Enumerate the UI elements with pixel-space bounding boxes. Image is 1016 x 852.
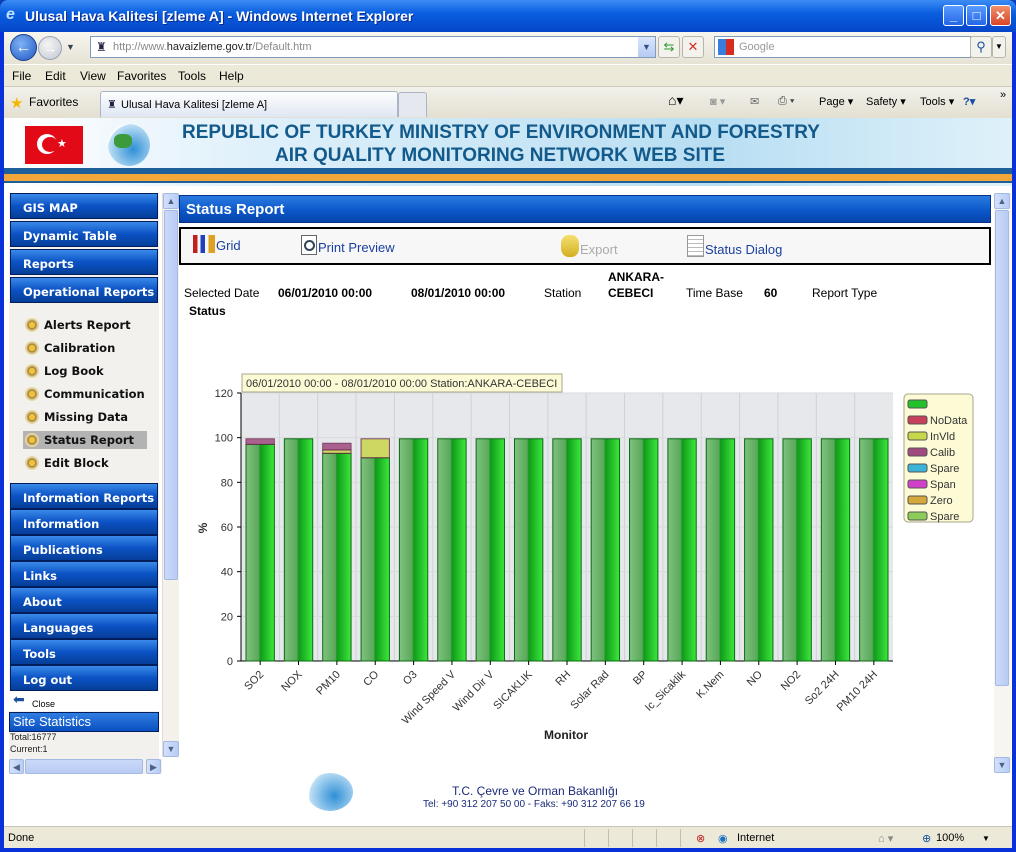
bar-segment-ok <box>322 452 352 662</box>
legend-swatch <box>907 447 928 457</box>
y-tick-label: 100 <box>215 433 233 445</box>
legend-label: Calib <box>930 447 955 459</box>
x-axis-label: Monitor <box>544 728 588 742</box>
legend-label: Zero <box>930 495 953 507</box>
bar-segment-ok <box>667 438 697 662</box>
y-tick-label: 20 <box>221 611 233 623</box>
x-tick-label: CO <box>361 668 381 688</box>
x-tick-label: K.Nem <box>694 669 726 701</box>
x-tick-label: Solar Rad <box>568 669 611 712</box>
bar-segment-ok <box>820 438 851 662</box>
y-tick-label: 0 <box>227 656 233 668</box>
legend-label: Span <box>930 479 956 491</box>
bar-segment-ok <box>705 438 736 662</box>
x-tick-label: Wind Dir V <box>451 668 497 714</box>
legend-swatch <box>907 431 928 441</box>
bar-segment-invld <box>322 449 352 454</box>
bar-segment-ok <box>283 438 314 662</box>
bar-segment-ok <box>744 438 774 662</box>
legend-swatch <box>907 479 928 489</box>
status-bar: Done ⊗ ◉ Internet ⌂ ▾ ⊕ 100% ▼ <box>4 826 1012 848</box>
bar-segment-ok <box>590 438 621 662</box>
zoom-level[interactable]: 100% <box>936 832 964 844</box>
internet-zone-icon: ◉ <box>718 833 728 845</box>
x-tick-label: PM10 24H <box>835 669 880 714</box>
y-tick-label: 60 <box>221 522 233 534</box>
x-tick-label: BP <box>631 669 650 688</box>
y-tick-label: 40 <box>221 567 233 579</box>
y-axis-label: % <box>196 522 210 533</box>
y-tick-label: 80 <box>221 477 233 489</box>
zoom-dropdown[interactable]: ▼ <box>982 834 990 843</box>
x-tick-label: NO2 <box>779 669 803 693</box>
legend-label: Spare <box>930 463 959 475</box>
bar-segment-ok <box>552 438 582 662</box>
legend-swatch <box>907 511 928 521</box>
legend-label: NoData <box>930 415 968 427</box>
protected-mode-icon[interactable]: ⌂ ▾ <box>878 832 893 845</box>
x-tick-label: NO <box>745 668 765 688</box>
legend-swatch <box>907 463 928 473</box>
legend-swatch <box>907 495 928 505</box>
bar-segment-ok <box>629 438 659 662</box>
popup-blocked-icon[interactable]: ⊗ <box>696 832 705 845</box>
legend-label: InVld <box>930 431 955 443</box>
x-tick-label: RH <box>553 669 573 689</box>
legend-swatch <box>907 415 928 425</box>
bar-segment-calib <box>322 442 352 451</box>
legend-swatch <box>907 399 928 409</box>
y-tick-label: 120 <box>215 388 233 400</box>
zoom-icon[interactable]: ⊕ <box>922 832 931 845</box>
bar-segment-ok <box>475 438 505 662</box>
legend-label: Spare <box>930 511 959 523</box>
bar-segment-ok <box>245 443 275 662</box>
bar-segment-ok <box>513 438 544 662</box>
bar-segment-ok <box>782 438 812 662</box>
x-tick-label: Ic_Sicaklik <box>643 668 689 714</box>
bar-segment-invld <box>360 438 390 459</box>
x-tick-label: O3 <box>401 669 420 688</box>
status-text: Done <box>8 832 35 844</box>
chart-title: 06/01/2010 00:00 - 08/01/2010 00:00 Stat… <box>246 378 557 390</box>
bar-segment-calib <box>245 438 275 445</box>
x-tick-label: SICAKLIK <box>491 668 535 712</box>
x-tick-label: NOX <box>279 668 305 694</box>
status-chart: 020406080100120SO2 NOX PM10 CO O3Wind Speed … <box>196 373 974 742</box>
security-zone: Internet <box>737 832 775 844</box>
bar-segment-ok <box>360 457 390 662</box>
bar-segment-ok <box>859 438 889 662</box>
browser-window: e Ulusal Hava Kalitesi [zleme A] - Windo… <box>0 0 1016 852</box>
bar-segment-ok <box>437 438 467 662</box>
x-tick-label: PM10 <box>314 669 343 698</box>
bar-segment-ok <box>398 438 429 662</box>
x-tick-label: SO2 <box>242 669 266 693</box>
x-tick-label: So2 24H <box>803 669 842 708</box>
